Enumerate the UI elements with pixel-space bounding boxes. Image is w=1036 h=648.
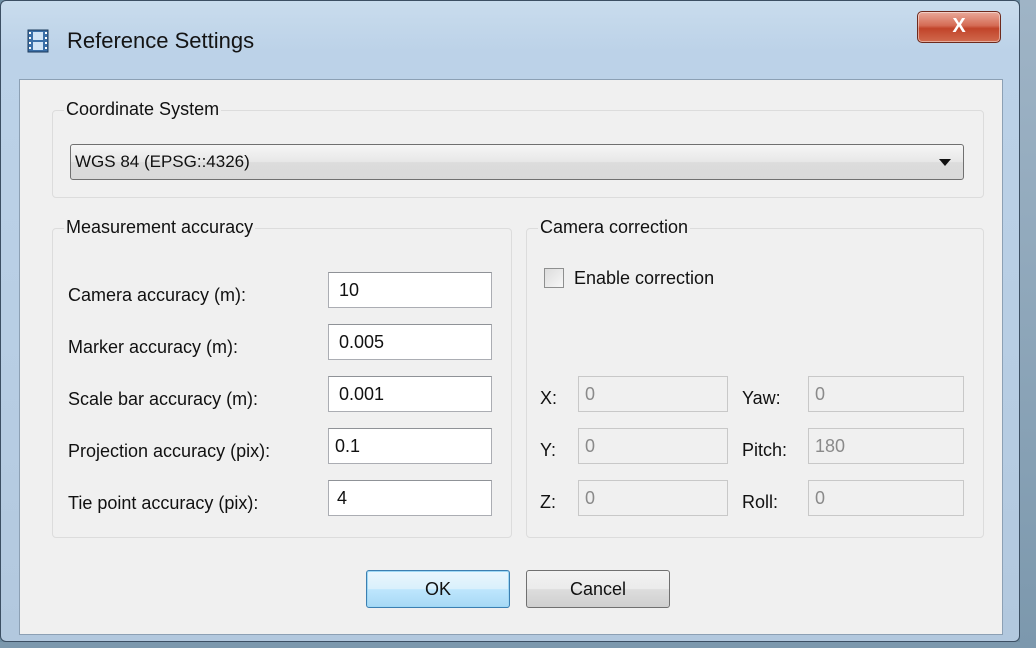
- tie-point-accuracy-value: 4: [337, 488, 348, 508]
- roll-field[interactable]: 0: [808, 480, 964, 516]
- dialog-content: Coordinate System WGS 84 (EPSG::4326) Me…: [19, 79, 1003, 635]
- z-value: 0: [585, 488, 596, 508]
- z-field[interactable]: 0: [578, 480, 728, 516]
- marker-accuracy-field[interactable]: 0.005: [328, 324, 492, 360]
- coordinate-system-group-title: Coordinate System: [64, 98, 222, 120]
- coordinate-system-selected: WGS 84 (EPSG::4326): [75, 152, 250, 171]
- pitch-label: Pitch:: [742, 440, 788, 460]
- z-label: Z:: [540, 492, 556, 512]
- camera-accuracy-label: Camera accuracy (m):: [68, 285, 247, 305]
- yaw-value: 0: [815, 384, 826, 404]
- measurement-accuracy-group-title: Measurement accuracy: [64, 216, 256, 238]
- cancel-button[interactable]: Cancel: [526, 570, 670, 608]
- title-bar: Reference Settings X: [1, 1, 1019, 79]
- coordinate-system-dropdown[interactable]: WGS 84 (EPSG::4326): [70, 144, 964, 180]
- reference-settings-dialog: Reference Settings X Coordinate System W…: [0, 0, 1020, 642]
- camera-accuracy-value: 10: [339, 280, 360, 300]
- x-value: 0: [585, 384, 596, 404]
- yaw-field[interactable]: 0: [808, 376, 964, 412]
- scale-bar-accuracy-field[interactable]: 0.001: [328, 376, 492, 412]
- background-app-edge: [1020, 0, 1036, 648]
- camera-correction-group-title: Camera correction: [538, 216, 691, 238]
- chevron-down-icon: [939, 159, 951, 166]
- pitch-field[interactable]: 180: [808, 428, 964, 464]
- enable-correction-checkbox[interactable]: [544, 268, 564, 288]
- close-button[interactable]: X: [917, 11, 1001, 43]
- projection-accuracy-label: Projection accuracy (pix):: [68, 441, 271, 461]
- pitch-value: 180: [815, 436, 846, 456]
- y-label: Y:: [540, 440, 557, 460]
- y-field[interactable]: 0: [578, 428, 728, 464]
- scale-bar-accuracy-label: Scale bar accuracy (m):: [68, 389, 259, 409]
- enable-correction-label[interactable]: Enable correction: [574, 267, 714, 289]
- window-title: Reference Settings: [67, 28, 255, 53]
- scale-bar-accuracy-value: 0.001: [339, 384, 385, 404]
- tie-point-accuracy-label: Tie point accuracy (pix):: [68, 493, 259, 513]
- roll-label: Roll:: [742, 492, 779, 512]
- x-label: X:: [540, 388, 558, 408]
- projection-accuracy-field[interactable]: 0.1: [328, 428, 492, 464]
- marker-accuracy-value: 0.005: [339, 332, 385, 352]
- roll-value: 0: [815, 488, 826, 508]
- close-icon: X: [952, 15, 966, 37]
- tie-point-accuracy-field[interactable]: 4: [328, 480, 492, 516]
- film-strip-icon: [27, 29, 49, 53]
- camera-accuracy-field[interactable]: 10: [328, 272, 492, 308]
- marker-accuracy-label: Marker accuracy (m):: [68, 337, 239, 357]
- x-field[interactable]: 0: [578, 376, 728, 412]
- yaw-label: Yaw:: [742, 388, 781, 408]
- ok-button[interactable]: OK: [366, 570, 510, 608]
- projection-accuracy-value: 0.1: [335, 436, 361, 456]
- y-value: 0: [585, 436, 596, 456]
- background-app-bottom: [0, 642, 1036, 648]
